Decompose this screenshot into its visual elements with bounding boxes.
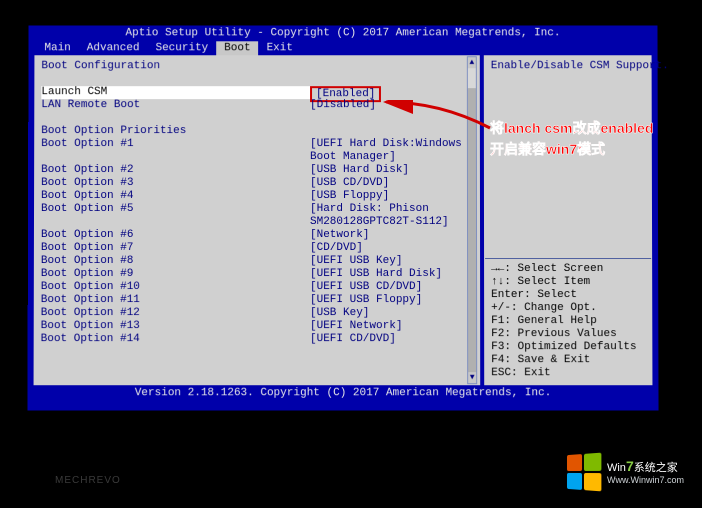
- boot-option-value[interactable]: [UEFI USB CD/DVD]: [310, 281, 465, 294]
- scroll-down-icon[interactable]: ▼: [468, 372, 476, 383]
- boot-option-value[interactable]: [UEFI USB Floppy]: [310, 294, 465, 307]
- lan-remote-label[interactable]: LAN Remote Boot: [41, 99, 310, 112]
- windows-logo-icon: [567, 453, 601, 492]
- boot-option-value-cont: SM280128GPTC82T-S112]: [310, 216, 465, 229]
- watermark: Win7系统之家 Www.Winwin7.com: [565, 454, 684, 490]
- boot-option-value[interactable]: [UEFI USB Key]: [310, 255, 465, 268]
- help-line: F1: General Help: [491, 315, 645, 328]
- boot-option-label[interactable]: Boot Option #4: [41, 190, 310, 203]
- lan-remote-value[interactable]: [Disabled]: [310, 99, 465, 112]
- boot-option-label[interactable]: Boot Option #7: [41, 242, 310, 255]
- help-line: F2: Previous Values: [491, 328, 645, 341]
- boot-option-label[interactable]: Boot Option #10: [41, 281, 310, 294]
- left-panel: Boot Configuration Launch CSM LAN Remote…: [34, 55, 481, 385]
- divider: [485, 258, 651, 259]
- boot-option-label[interactable]: Boot Option #12: [41, 307, 310, 320]
- boot-option-label[interactable]: Boot Option #14: [41, 333, 310, 346]
- bios-screen: Aptio Setup Utility - Copyright (C) 2017…: [27, 25, 658, 410]
- annotation-line1: 将lanch csm改成enabled: [490, 118, 660, 139]
- scroll-up-icon[interactable]: ▲: [468, 57, 476, 68]
- boot-option-value[interactable]: [Network]: [310, 229, 465, 242]
- right-panel: Enable/Disable CSM Support. →←: Select S…: [484, 55, 653, 385]
- launch-csm-label[interactable]: Launch CSM: [41, 86, 310, 99]
- boot-option-value[interactable]: [UEFI CD/DVD]: [310, 333, 465, 346]
- boot-option-value[interactable]: [USB Key]: [310, 307, 465, 320]
- watermark-title: Win7系统之家: [607, 458, 684, 475]
- boot-option-label[interactable]: Boot Option #3: [41, 177, 310, 190]
- help-line: ESC: Exit: [491, 367, 645, 380]
- boot-option-value[interactable]: [USB Floppy]: [310, 190, 465, 203]
- boot-option-label[interactable]: Boot Option #8: [41, 255, 310, 268]
- boot-option-value[interactable]: [CD/DVD]: [310, 242, 465, 255]
- boot-option-label[interactable]: Boot Option #13: [41, 320, 310, 333]
- scrollbar[interactable]: ▲ ▼: [467, 56, 477, 384]
- help-line: Enter: Select: [491, 289, 645, 302]
- boot-option-label[interactable]: Boot Option #9: [41, 268, 310, 281]
- boot-option-value[interactable]: [Hard Disk: Phison: [310, 203, 465, 216]
- boot-option-label[interactable]: Boot Option #2: [41, 164, 310, 177]
- boot-option-value[interactable]: [USB CD/DVD]: [310, 177, 465, 190]
- boot-option-value[interactable]: [UEFI Network]: [310, 320, 465, 333]
- boot-option-value[interactable]: [USB Hard Disk]: [310, 164, 465, 177]
- help-line: +/-: Change Opt.: [491, 302, 645, 315]
- boot-option-label[interactable]: Boot Option #11: [41, 294, 310, 307]
- annotation-line2: 开启兼容win7模式: [490, 139, 660, 160]
- menu-bar: Main Advanced Security Boot Exit: [28, 41, 657, 55]
- menu-main[interactable]: Main: [36, 41, 78, 55]
- version-footer: Version 2.18.1263. Copyright (C) 2017 Am…: [27, 385, 658, 401]
- help-line: F4: Save & Exit: [491, 354, 645, 367]
- menu-exit[interactable]: Exit: [259, 41, 301, 55]
- boot-option-label[interactable]: Boot Option #5: [41, 203, 310, 216]
- help-line: F3: Optimized Defaults: [491, 341, 645, 354]
- boot-option-value[interactable]: [UEFI USB Hard Disk]: [310, 268, 465, 281]
- menu-advanced[interactable]: Advanced: [79, 41, 148, 55]
- help-line: ↑↓: Select Item: [491, 276, 645, 289]
- priorities-title: Boot Option Priorities: [41, 125, 310, 138]
- boot-option-label[interactable]: Boot Option #1: [41, 138, 310, 151]
- boot-option-value-cont: Boot Manager]: [310, 151, 465, 164]
- annotation-text: 将lanch csm改成enabled 开启兼容win7模式: [490, 118, 660, 160]
- laptop-brand: MECHREVO: [55, 475, 121, 486]
- scroll-thumb[interactable]: [468, 68, 476, 88]
- menu-boot[interactable]: Boot: [216, 41, 258, 55]
- option-description: Enable/Disable CSM Support.: [491, 60, 645, 73]
- boot-option-value[interactable]: [UEFI Hard Disk:Windows: [310, 138, 465, 151]
- content-area: Boot Configuration Launch CSM LAN Remote…: [28, 55, 659, 385]
- menu-security[interactable]: Security: [147, 41, 216, 55]
- section-title: Boot Configuration: [41, 60, 310, 73]
- help-line: →←: Select Screen: [491, 263, 645, 276]
- boot-option-label[interactable]: Boot Option #6: [41, 229, 310, 242]
- title-bar: Aptio Setup Utility - Copyright (C) 2017…: [28, 25, 657, 41]
- watermark-url: Www.Winwin7.com: [607, 475, 684, 486]
